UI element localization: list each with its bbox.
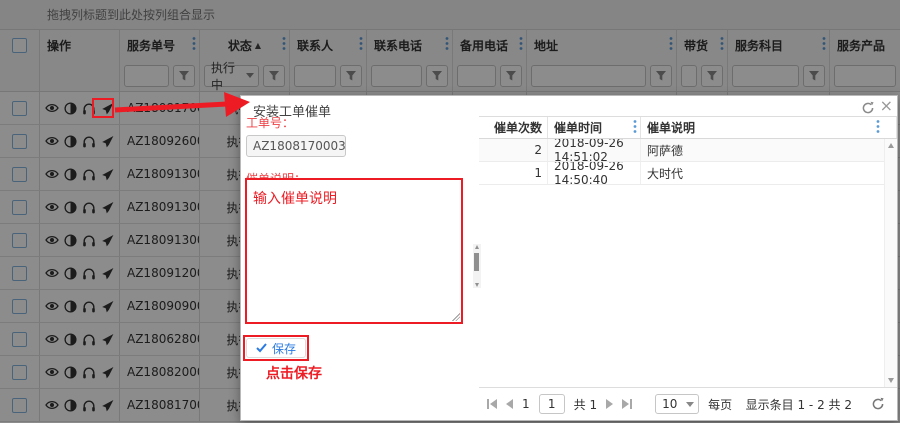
reminder-count-cell: 1 <box>479 162 548 184</box>
reminder-time-cell: 2018-09-26 14:50:40 <box>548 162 641 184</box>
prev-page-button[interactable] <box>506 399 513 409</box>
history-header-row: 催单次数 催单时间 催单说明 <box>479 117 897 139</box>
chevron-down-icon <box>686 401 695 407</box>
order-no-field[interactable]: AZ1808170003 <box>246 135 346 157</box>
header-reminder-time[interactable]: 催单时间 <box>548 117 641 138</box>
check-icon <box>256 343 267 353</box>
total-pages-label: 共 1 <box>573 397 598 412</box>
page-number-button[interactable]: 1 <box>522 397 530 411</box>
scroll-up-icon[interactable] <box>888 143 894 148</box>
header-reminder-desc[interactable]: 催单说明 <box>641 117 897 138</box>
reminder-history: 催单次数 催单时间 催单说明 2 2018-09-26 14:51:02 阿萨德… <box>479 116 897 420</box>
close-icon[interactable]: × <box>880 97 893 115</box>
reminder-time-cell: 2018-09-26 14:51:02 <box>548 139 641 161</box>
next-page-button[interactable] <box>606 399 614 409</box>
refresh-icon[interactable] <box>871 397 885 411</box>
save-button[interactable]: 保存 <box>246 338 307 358</box>
resize-handle[interactable] <box>452 313 460 321</box>
page-size-dropdown[interactable]: 10 <box>655 394 700 414</box>
history-scrollbar[interactable] <box>884 139 897 387</box>
desc-annotation-text: 输入催单说明 <box>253 191 337 207</box>
reminder-count-cell: 2 <box>479 139 548 161</box>
reminder-form: 工单号： AZ1808170003 催单说明： 输入催单说明 保存 点击保存 <box>241 114 481 420</box>
reminder-desc-textarea[interactable]: 输入催单说明 <box>245 178 463 324</box>
history-row: 1 2018-09-26 14:50:40 大时代 <box>479 162 897 185</box>
reminder-desc-cell: 阿萨德 <box>641 139 897 161</box>
first-page-button[interactable] <box>487 399 497 409</box>
column-menu-icon[interactable] <box>633 119 637 136</box>
reminder-dialog: 安装工单催单 × 工单号： AZ1808170003 催单说明： 输入催单说明 … <box>240 95 898 421</box>
header-reminder-count: 催单次数 <box>479 117 548 138</box>
page-input[interactable] <box>538 394 565 414</box>
per-page-label: 每页 <box>708 397 733 412</box>
pagination-bar: 1 共 1 10 每页 显示条目 1 - 2 共 2 <box>479 387 897 420</box>
scroll-down-icon[interactable] <box>888 378 894 383</box>
history-row: 2 2018-09-26 14:51:02 阿萨德 <box>479 139 897 162</box>
last-page-button[interactable] <box>622 399 633 409</box>
refresh-icon[interactable] <box>861 101 875 115</box>
order-no-label: 工单号： <box>246 116 295 130</box>
history-body: 2 2018-09-26 14:51:02 阿萨德 1 2018-09-26 1… <box>479 139 897 185</box>
click-save-annotation: 点击保存 <box>266 366 322 382</box>
screen: 拖拽列标题到此处按列组合显示 操作 服务单号 状态 ▲ 联系人 联系电话 备用电话… <box>0 0 900 423</box>
pager-info: 显示条目 1 - 2 共 2 <box>745 397 852 412</box>
column-menu-icon[interactable] <box>876 119 880 136</box>
save-annotation-box: 保存 <box>243 335 310 361</box>
reminder-desc-cell: 大时代 <box>641 162 897 184</box>
